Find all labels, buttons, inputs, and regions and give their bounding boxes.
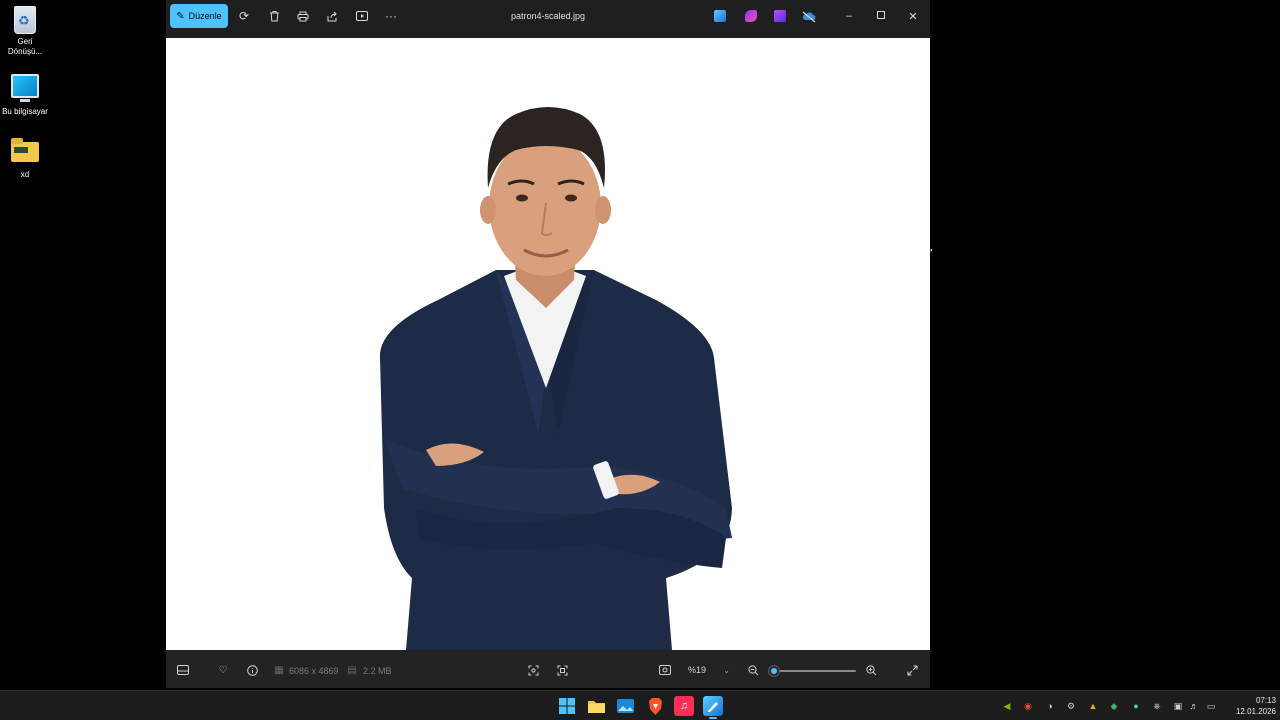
system-clock[interactable]: 07:13 12.01.2026 — [1224, 695, 1276, 717]
taskbar: ♫ ◀ ◉ ◑ ⚙ ▲ ◆ ● ⎈ ▣ ♬ ▭ 07:13 12.01.2026 — [0, 690, 1280, 720]
minimize-icon: – — [845, 10, 853, 22]
shield-icon[interactable]: ◆ — [1108, 700, 1120, 712]
minimize-button[interactable]: – — [839, 6, 859, 26]
start-icon[interactable] — [557, 696, 577, 716]
warning-icon[interactable]: ▲ — [1087, 700, 1099, 712]
image-canvas[interactable] — [166, 38, 930, 650]
security-icon[interactable]: ● — [1130, 700, 1142, 712]
actual-size-icon[interactable] — [556, 664, 568, 676]
desktop-icon-label: Geri Dönüşü... — [7, 37, 43, 56]
nvidia-icon[interactable]: ◀ — [1001, 700, 1013, 712]
close-icon: ✕ — [908, 10, 918, 23]
clock-date: 12.01.2026 — [1235, 707, 1276, 716]
info-icon[interactable] — [246, 664, 258, 676]
zoom-level-dropdown[interactable]: %19 ⌄ — [678, 661, 736, 679]
file-size: 2.2 MB — [363, 666, 392, 676]
battery-icon[interactable]: ▭ — [1205, 700, 1217, 712]
network-icon[interactable]: ▣ — [1172, 700, 1184, 712]
close-button[interactable]: ✕ — [903, 6, 923, 26]
zoom-slider[interactable] — [768, 666, 856, 676]
maximize-icon — [877, 10, 885, 22]
photos-edit-app-icon[interactable] — [714, 10, 726, 22]
fullscreen-icon[interactable] — [906, 664, 918, 676]
clipchamp-icon[interactable] — [745, 10, 757, 22]
folder-icon — [11, 138, 39, 162]
zoom-value: %19 — [688, 665, 707, 675]
photos-window: ✎ Düzenle ⟳ ··· patron4-scaled.jpg – ✕ ♡… — [166, 0, 930, 688]
zoom-fit-icon[interactable] — [659, 664, 671, 676]
maximize-button[interactable] — [871, 6, 891, 26]
desktop-icon-this-pc[interactable]: Bu bilgisayar — [2, 74, 48, 117]
zoom-in-icon[interactable] — [865, 664, 877, 676]
desktop-icon-folder-xd[interactable]: xd — [2, 138, 48, 180]
favorite-heart-icon[interactable]: ♡ — [217, 664, 229, 676]
resize-cursor-icon: ↔ — [923, 241, 935, 255]
file-size-icon: ▤ — [347, 664, 357, 676]
image-dimensions: 6086 x 4869 — [289, 666, 339, 676]
fit-screen-icon[interactable] — [527, 664, 539, 676]
designer-icon[interactable] — [774, 10, 786, 22]
onedrive-icon[interactable] — [802, 10, 816, 23]
settings-gear-icon[interactable]: ⚙ — [1065, 700, 1077, 712]
desktop-icon-label: xd — [20, 170, 30, 179]
image-size-icon: ▦ — [274, 664, 284, 676]
zoom-slider-thumb[interactable] — [768, 666, 779, 676]
portrait-photo — [166, 38, 930, 650]
filmstrip-icon[interactable] — [177, 664, 189, 676]
status-bar: ♡ ▦ 6086 x 4869 ▤ 2.2 MB %19 ⌄ — [166, 650, 930, 688]
music-icon[interactable]: ♫ — [674, 696, 694, 716]
antivirus-icon[interactable]: ◉ — [1022, 700, 1034, 712]
recycle-bin-icon — [14, 6, 36, 34]
file-explorer-icon[interactable] — [586, 696, 606, 716]
computer-icon — [11, 74, 39, 102]
microphone-icon[interactable]: ⎈ — [1151, 700, 1163, 712]
steam-icon[interactable]: ◑ — [1044, 700, 1056, 712]
brave-icon[interactable] — [645, 696, 665, 716]
title-bar: ✎ Düzenle ⟳ ··· patron4-scaled.jpg – ✕ — [166, 0, 930, 38]
photos-app-icon[interactable] — [615, 696, 635, 716]
desktop-icon-label: Bu bilgisayar — [2, 107, 48, 116]
clock-time: 07:13 — [1255, 696, 1276, 705]
volume-icon[interactable]: ♬ — [1188, 700, 1200, 712]
desktop-icon-recycle-bin[interactable]: Geri Dönüşü... — [2, 6, 48, 57]
zoom-out-icon[interactable] — [747, 664, 759, 676]
chevron-down-icon: ⌄ — [723, 665, 730, 675]
photos-icon[interactable] — [703, 696, 723, 719]
